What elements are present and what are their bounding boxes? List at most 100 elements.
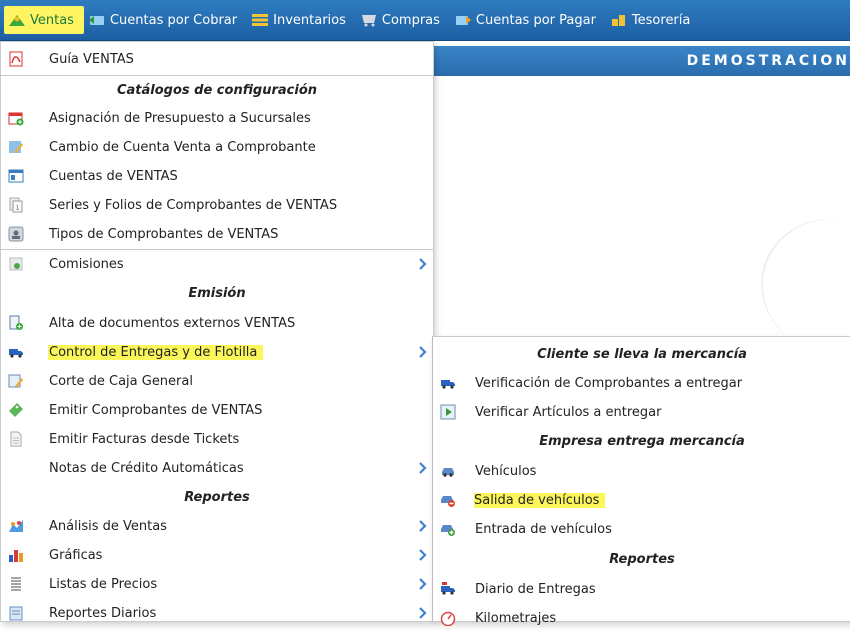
menu-item-label: Tipos de Comprobantes de VENTAS [49,227,279,242]
menu-item-tipos-comprobantes[interactable]: Tipos de Comprobantes de VENTAS [1,220,433,249]
submenu-item-entrada-vehiculos[interactable]: Entrada de vehículos [433,515,850,544]
chevron-right-icon [419,578,427,590]
menubar-cuentas-por-cobrar[interactable]: Cuentas por Cobrar [84,0,247,40]
compras-icon [361,15,376,27]
submenu-item-salida-vehiculos[interactable]: Salida de vehículos [433,486,850,515]
menu-item-label: Emitir Comprobantes de VENTAS [49,403,263,418]
menubar-ventas[interactable]: Ventas [4,6,84,34]
menu-item-label: Alta de documentos externos VENTAS [49,316,296,331]
svg-text:1: 1 [16,205,20,212]
car-icon [442,468,454,477]
menu-item-cambio-cuenta[interactable]: Cambio de Cuenta Venta a Comprobante [1,133,433,162]
menubar-cuentas-por-pagar[interactable]: Cuentas por Pagar [450,0,606,40]
menubar-item-label: Tesorería [631,12,691,28]
speedometer-icon [440,611,456,626]
document-icon [10,431,22,447]
menu-item-label: Cuentas de VENTAS [49,169,178,184]
menubar-compras[interactable]: Compras [356,0,450,40]
chevron-right-icon [419,258,427,270]
menubar-item-label: Compras [381,12,440,28]
menubar-tesoreria[interactable]: Tesorería [606,0,700,40]
menu-item-reportes-diarios[interactable]: Reportes Diarios [1,599,433,628]
ventas-icon [9,15,25,26]
list-icon [11,577,21,591]
submenu-item-label: Diario de Entregas [475,582,596,597]
submenu-item-label: Entrada de vehículos [475,522,612,537]
submenu-item-verificacion-comprobantes[interactable]: Verificación de Comprobantes a entregar [433,369,850,398]
section-header-emision: Emisión [1,279,433,308]
section-header-catalogos: Catálogos de configuración [1,75,433,105]
submenu-item-label: Vehículos [475,464,537,479]
commission-icon [9,257,23,271]
section-header-sub-reportes: Reportes [433,545,850,574]
delivery-report-icon [441,582,455,595]
menu-item-label: Comisiones [49,257,124,272]
menu-item-label: Guía VENTAS [49,52,134,67]
section-header-label: Catálogos de configuración [116,83,318,98]
report-icon [9,606,23,621]
cash-register-icon [8,374,23,388]
calendar-add-icon [8,112,24,126]
menu-item-control-entregas[interactable]: Control de Entregas y de Flotilla [1,338,433,367]
menu-item-emitir-facturas[interactable]: Emitir Facturas desde Tickets [1,425,433,454]
document-add-icon [9,315,23,330]
chevron-right-icon [419,549,427,561]
menu-item-label: Series y Folios de Comprobantes de VENTA… [49,198,338,213]
car-enter-icon [441,525,455,536]
submenu-item-label-wrap: Salida de vehículos [474,486,606,515]
menu-item-notas-credito[interactable]: Notas de Crédito Automáticas [1,454,433,483]
window-icon [8,169,24,183]
edit-form-icon [9,141,23,153]
menu-item-label: Emitir Facturas desde Tickets [49,432,240,447]
menu-item-corte-caja[interactable]: Corte de Caja General [1,367,433,396]
menu-item-alta-documentos[interactable]: Alta de documentos externos VENTAS [1,309,433,338]
section-header-empresa: Empresa entrega mercancía [433,427,850,456]
top-menubar: Ventas Cuentas por Cobrar Inventarios Co… [0,0,850,41]
menu-item-label: Gráficas [49,548,103,563]
menu-item-label-wrap: Control de Entregas y de Flotilla [48,338,264,367]
document-type-icon [8,226,24,242]
menu-item-graficas[interactable]: Gráficas [1,541,433,570]
menu-item-listas-precios[interactable]: Listas de Precios [1,570,433,599]
delivery-truck-icon [441,380,455,389]
submenu-item-verificar-articulos[interactable]: Verificar Artículos a entregar [433,398,850,427]
menu-item-analisis-ventas[interactable]: Análisis de Ventas [1,512,433,541]
ticket-icon [9,403,23,417]
menu-item-cuentas-ventas[interactable]: Cuentas de VENTAS [1,162,433,191]
menubar-inventarios[interactable]: Inventarios [247,0,356,40]
chevron-right-icon [419,607,427,619]
section-header-cliente: Cliente se lleva la mercancía [433,340,850,369]
submenu-item-label: Verificación de Comprobantes a entregar [475,376,743,391]
entregas-submenu: Cliente se lleva la mercancía Verificaci… [432,336,850,626]
section-header-label: Empresa entrega mercancía [539,434,745,449]
inventarios-icon [252,14,269,26]
menu-item-label: Asignación de Presupuesto a Sucursales [49,111,311,126]
delivery-truck-icon [9,349,23,358]
chevron-right-icon [419,520,427,532]
menubar-item-label: Cuentas por Cobrar [109,12,238,28]
submenu-item-label: Salida de vehículos [474,493,606,508]
menu-item-guia-ventas[interactable]: Guía VENTAS [1,45,433,74]
section-header-label: Reportes [184,490,250,505]
menu-item-asignacion-presupuesto[interactable]: Asignación de Presupuesto a Sucursales [1,104,433,133]
section-header-label: Emisión [188,286,246,301]
car-exit-icon [441,496,455,507]
menu-item-label: Cambio de Cuenta Venta a Comprobante [49,140,316,155]
submenu-item-label: Kilometrajes [475,611,557,626]
menu-item-label: Control de Entregas y de Flotilla [48,345,264,360]
page-banner: DEMOSTRACION [432,46,850,76]
menu-item-comisiones[interactable]: Comisiones [1,249,433,279]
menu-item-emitir-comprobantes[interactable]: Emitir Comprobantes de VENTAS [1,396,433,425]
submenu-item-vehiculos[interactable]: Vehículos [433,457,850,486]
chevron-right-icon [419,346,427,358]
menubar-item-label: Inventarios [273,12,346,28]
menu-item-label: Corte de Caja General [49,374,193,389]
menubar-item-label: Ventas [30,12,74,28]
submenu-item-diario-entregas[interactable]: Diario de Entregas [433,575,850,604]
play-box-icon [440,404,456,420]
menu-item-label: Reportes Diarios [49,606,157,621]
submenu-item-kilometrajes[interactable]: Kilometrajes [433,604,850,633]
pdf-icon [9,51,23,67]
analysis-icon [9,520,23,532]
menu-item-series-folios[interactable]: 1 Series y Folios de Comprobantes de VEN… [1,191,433,220]
